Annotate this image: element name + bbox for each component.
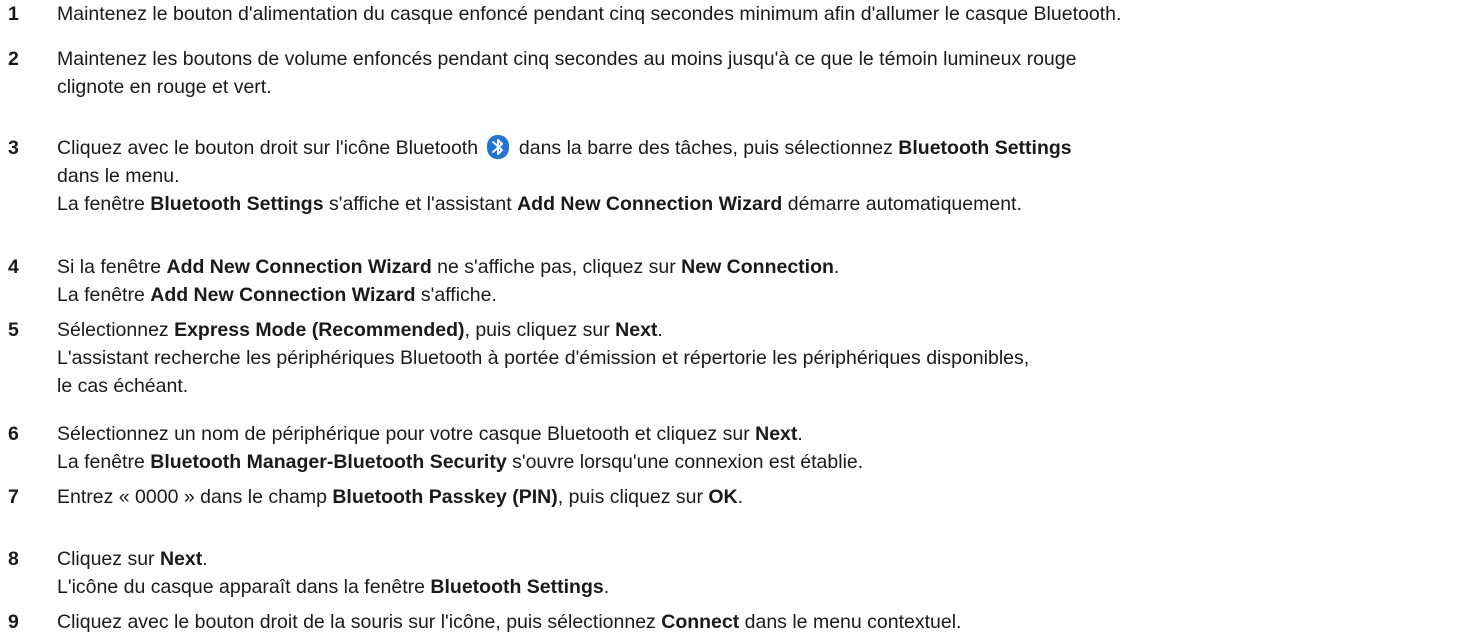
step-number: 7 (8, 486, 19, 508)
step-text: Si la fenêtre Add New Connection Wizard … (57, 253, 1467, 309)
text-run: La fenêtre (57, 451, 151, 473)
ui-term: Next (159, 548, 203, 570)
text-run: Cliquez avec le bouton droit sur l'icône… (57, 137, 484, 159)
ui-term: Add New Connection Wizard (150, 284, 416, 306)
step-text: Sélectionnez un nom de périphérique pour… (57, 420, 1467, 476)
step-line: Cliquez avec le bouton droit de la souri… (57, 608, 1467, 636)
text-run: le cas échéant. (57, 375, 189, 397)
step-text: Cliquez avec le bouton droit de la souri… (57, 608, 1467, 636)
step-line: La fenêtre Add New Connection Wizard s'a… (57, 281, 1467, 309)
step-line: Maintenez les boutons de volume enfoncés… (57, 45, 1467, 73)
text-run: Entrez « 0000 » dans le champ (57, 486, 333, 508)
step-text: Cliquez avec le bouton droit sur l'icône… (57, 134, 1467, 218)
step-number: 9 (8, 611, 19, 633)
text-run: s'ouvre lorsqu'une connexion est établie… (506, 451, 864, 473)
text-run: Maintenez le bouton d'alimentation du ca… (57, 3, 1122, 25)
step-line: L'assistant recherche les périphériques … (57, 344, 1467, 372)
text-run: dans la barre des tâches, puis sélection… (513, 137, 899, 159)
step-number: 2 (8, 48, 19, 70)
step-number: 4 (8, 256, 19, 278)
bluetooth-icon (483, 135, 513, 159)
ui-term: Bluetooth Manager-Bluetooth Security (150, 451, 507, 473)
ui-term: Next (755, 423, 798, 445)
step-line: Cliquez sur Next. (57, 545, 1467, 573)
step-line: La fenêtre Bluetooth Manager-Bluetooth S… (57, 448, 1467, 476)
step-text: Entrez « 0000 » dans le champ Bluetooth … (57, 483, 1467, 511)
text-run: . (202, 548, 208, 570)
text-run: . (657, 319, 663, 341)
step-line: Si la fenêtre Add New Connection Wizard … (57, 253, 1467, 281)
text-run: s'affiche et l'assistant (323, 193, 518, 215)
ui-term: Express Mode (Recommended) (174, 319, 465, 341)
step-line: le cas échéant. (57, 372, 1467, 400)
text-run: . (797, 423, 803, 445)
step-line: Sélectionnez un nom de périphérique pour… (57, 420, 1467, 448)
step-number: 8 (8, 548, 19, 570)
text-run: s'affiche. (415, 284, 497, 306)
ui-term: Bluetooth Settings (150, 193, 324, 215)
text-run: Cliquez sur (57, 548, 160, 570)
step-line: Maintenez le bouton d'alimentation du ca… (57, 0, 1467, 28)
ui-term: New Connection (681, 256, 834, 278)
text-run: clignote en rouge et vert. (57, 76, 272, 98)
ui-term: Add New Connection Wizard (166, 256, 432, 278)
text-run: L'assistant recherche les périphériques … (57, 347, 1030, 369)
step-number: 6 (8, 423, 19, 445)
step-line: clignote en rouge et vert. (57, 73, 1467, 101)
ui-term: OK (708, 486, 738, 508)
ui-term: Bluetooth Passkey (PIN) (332, 486, 558, 508)
text-run: dans le menu. (57, 165, 180, 187)
step-line: Sélectionnez Express Mode (Recommended),… (57, 316, 1467, 344)
text-run: La fenêtre (57, 284, 151, 306)
ui-term: Bluetooth Settings (898, 137, 1072, 159)
text-run: , puis cliquez sur (557, 486, 709, 508)
step-line: L'icône du casque apparaît dans la fenêt… (57, 573, 1467, 601)
step-line: dans le menu. (57, 162, 1467, 190)
text-run: Maintenez les boutons de volume enfoncés… (57, 48, 1077, 70)
text-run: . (603, 576, 610, 598)
text-run: La fenêtre (57, 193, 151, 215)
step-line: La fenêtre Bluetooth Settings s'affiche … (57, 190, 1467, 218)
step-text: Maintenez le bouton d'alimentation du ca… (57, 0, 1467, 28)
text-run: . (737, 486, 744, 508)
text-run: démarre automatiquement. (782, 193, 1022, 215)
step-line: Cliquez avec le bouton droit sur l'icône… (57, 134, 1467, 162)
ui-term: Next (615, 319, 658, 341)
step-text: Maintenez les boutons de volume enfoncés… (57, 45, 1467, 101)
text-run: L'icône du casque apparaît dans la fenêt… (57, 576, 431, 598)
text-run: , puis cliquez sur (464, 319, 616, 341)
text-run: ne s'affiche pas, cliquez sur (431, 256, 682, 278)
step-number: 3 (8, 137, 19, 159)
step-text: Cliquez sur Next. L'icône du casque appar… (57, 545, 1467, 601)
ui-term: Bluetooth Settings (430, 576, 604, 598)
step-text: Sélectionnez Express Mode (Recommended),… (57, 316, 1467, 400)
step-number: 1 (8, 3, 19, 25)
step-number: 5 (8, 319, 19, 341)
text-run: dans le menu contextuel. (739, 611, 962, 633)
text-run: Sélectionnez un nom de périphérique pour… (57, 423, 756, 445)
ui-term: Add New Connection Wizard (517, 193, 783, 215)
text-run: Cliquez avec le bouton droit de la souri… (57, 611, 662, 633)
ui-term: Connect (661, 611, 740, 633)
text-run: . (833, 256, 840, 278)
text-run: Sélectionnez (57, 319, 175, 341)
text-run: Si la fenêtre (57, 256, 167, 278)
step-line: Entrez « 0000 » dans le champ Bluetooth … (57, 483, 1467, 511)
